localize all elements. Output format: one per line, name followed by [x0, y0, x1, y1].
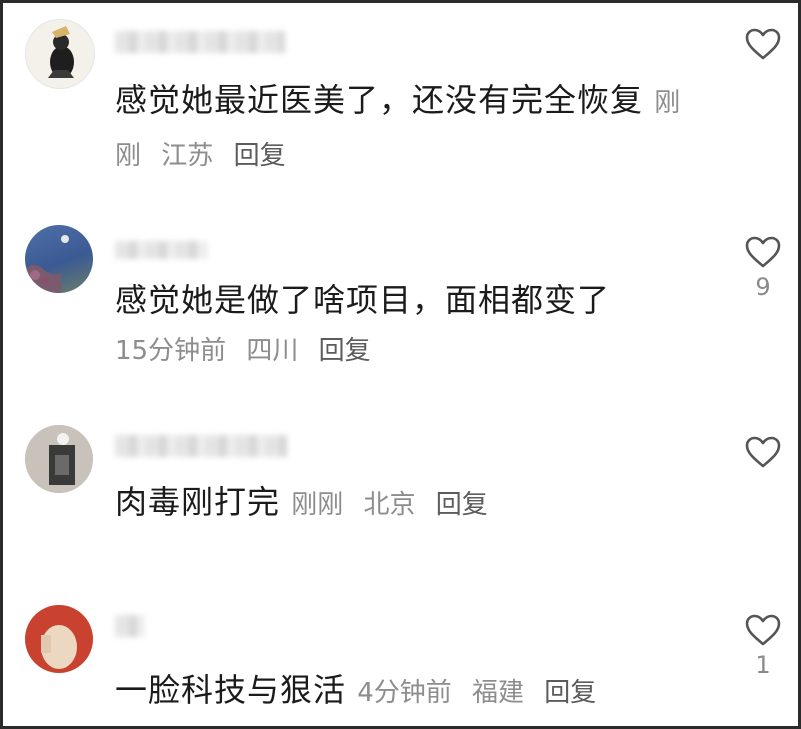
avatar[interactable]	[25, 605, 93, 673]
heart-outline-icon	[745, 28, 781, 60]
comment-location: 四川	[246, 336, 299, 366]
comment-body: 肉毒刚打完 刚刚 北京 回复	[115, 477, 715, 530]
avatar-image	[25, 235, 69, 293]
like-button[interactable]: 9	[741, 235, 785, 301]
comment-body: 一脸科技与狠活 4分钟前 福建 回复	[115, 665, 715, 718]
avatar[interactable]	[25, 225, 93, 293]
comment-text: 一脸科技与狠活	[115, 671, 347, 709]
comment-text: 肉毒刚打完	[115, 483, 281, 521]
avatar-image	[25, 425, 93, 493]
comment-time: 4分钟前	[357, 678, 452, 708]
comment-body: 感觉她最近医美了，还没有完全恢复 刚刚 江苏 回复	[115, 75, 690, 181]
comment-list: 感觉她最近医美了，还没有完全恢复 刚刚 江苏 回复 感觉她是做了啥项目，面相都变…	[0, 0, 801, 729]
avatar-image	[48, 26, 74, 78]
heart-outline-icon	[745, 614, 781, 646]
comment-text: 感觉她最近医美了，还没有完全恢复	[115, 81, 644, 119]
heart-outline-icon	[745, 436, 781, 468]
like-button[interactable]	[741, 27, 785, 65]
like-count: 1	[755, 651, 771, 679]
username-blurred[interactable]	[115, 615, 145, 637]
comment-text: 感觉她是做了啥项目，面相都变了	[115, 281, 611, 319]
username-blurred[interactable]	[115, 241, 207, 259]
comment-time: 15分钟前	[115, 336, 227, 366]
like-count: 9	[755, 273, 771, 301]
avatar[interactable]	[25, 19, 95, 89]
avatar-image	[41, 625, 77, 669]
comment-location: 北京	[363, 490, 416, 520]
comment-meta: 4分钟前 福建 回复	[357, 678, 608, 708]
reply-button[interactable]: 回复	[436, 490, 488, 520]
reply-button[interactable]: 回复	[544, 678, 596, 708]
like-button[interactable]: 1	[741, 613, 785, 679]
reply-button[interactable]: 回复	[234, 141, 286, 171]
avatar[interactable]	[25, 425, 93, 493]
comment-location: 福建	[472, 678, 525, 708]
like-button[interactable]	[741, 435, 785, 473]
username-blurred[interactable]	[115, 435, 287, 457]
comment-meta: 刚刚 北京 回复	[291, 490, 500, 520]
comment-location: 江苏	[161, 141, 214, 171]
heart-outline-icon	[745, 236, 781, 268]
comment-time: 刚刚	[291, 490, 344, 520]
username-blurred[interactable]	[115, 31, 285, 53]
comment-meta: 15分钟前 四川 回复	[115, 331, 383, 371]
reply-button[interactable]: 回复	[319, 336, 371, 366]
